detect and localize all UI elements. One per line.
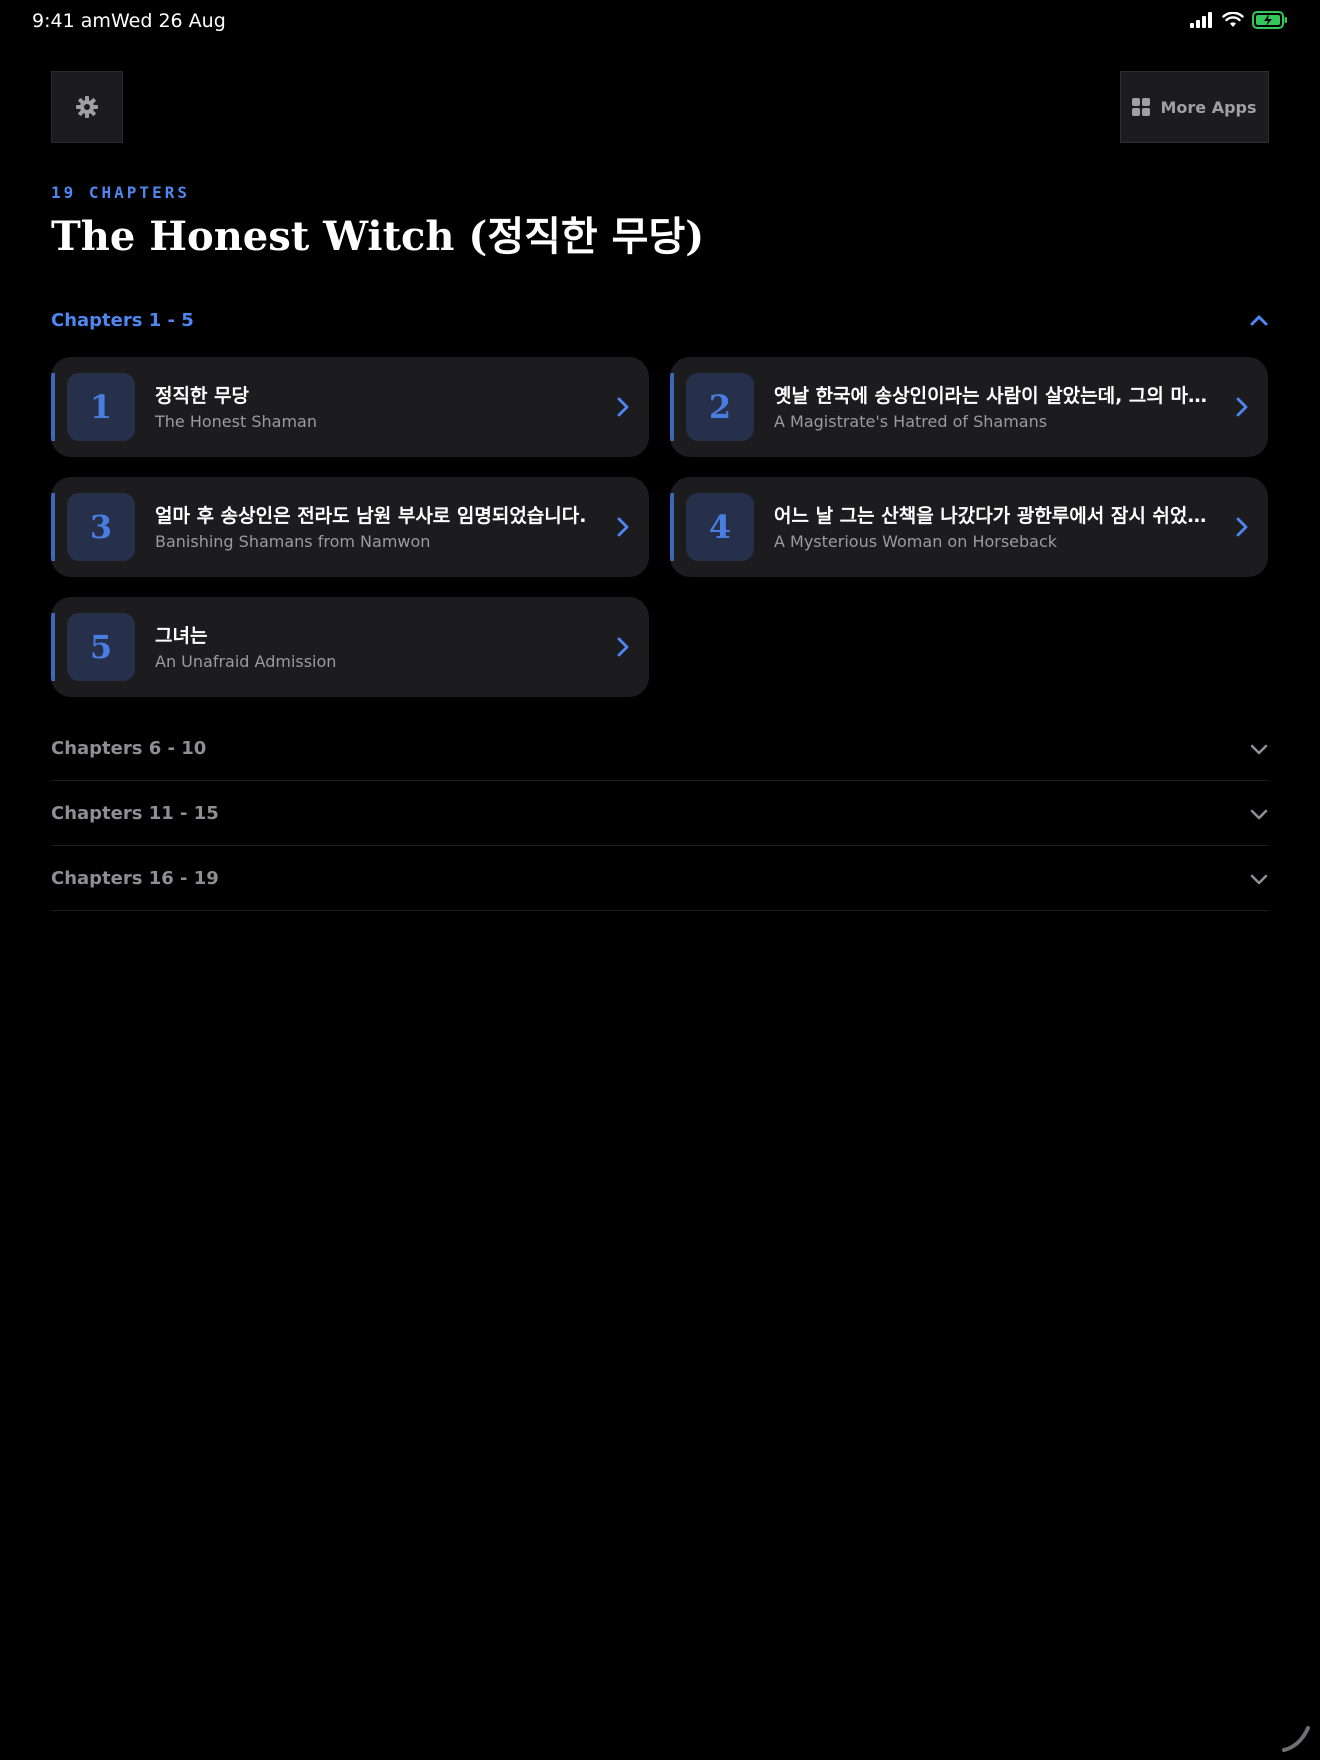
chapter-card[interactable]: 2 옛날 한국에 송상인이라는 사람이 살았는데, 그의 마… A Magist… — [670, 357, 1268, 457]
chapter-english-title: A Mysterious Woman on Horseback — [774, 532, 1058, 551]
chapter-english-title: A Magistrate's Hatred of Shamans — [774, 412, 1048, 431]
chapter-card[interactable]: 3 얼마 후 송상인은 전라도 남원 부사로 임명되었습니다. Banishin… — [51, 477, 649, 577]
chevron-down-icon — [1250, 874, 1268, 884]
chapter-english-title: Banishing Shamans from Namwon — [155, 532, 431, 551]
chapter-number: 5 — [67, 613, 135, 681]
chevron-down-icon — [1250, 809, 1268, 819]
chapter-card[interactable]: 4 어느 날 그는 산책을 나갔다가 광한루에서 잠시 쉬었습… A Myste… — [670, 477, 1268, 577]
chevron-right-icon — [1236, 397, 1248, 417]
chapter-english-title: The Honest Shaman — [155, 412, 317, 431]
chapter-number: 4 — [686, 493, 754, 561]
status-icons — [1190, 11, 1288, 29]
chapter-korean-title: 그녀는 — [155, 625, 208, 647]
chevron-right-icon — [617, 397, 629, 417]
chevron-up-icon — [1250, 315, 1268, 326]
section-label: Chapters 1 - 5 — [51, 309, 194, 331]
section-header-chapters-1-5[interactable]: Chapters 1 - 5 — [51, 305, 1269, 335]
settings-button[interactable] — [51, 71, 123, 143]
chapter-number: 3 — [67, 493, 135, 561]
page-title: The Honest Witch (정직한 무당) — [51, 213, 705, 260]
chevron-right-icon — [617, 637, 629, 657]
chapter-korean-title: 어느 날 그는 산책을 나갔다가 광한루에서 잠시 쉬었습… — [774, 505, 1214, 527]
card-accent — [670, 493, 674, 561]
status-time: 9:41 am — [32, 10, 111, 32]
section-label: Chapters 11 - 15 — [51, 803, 219, 824]
section-header-chapters-6-10[interactable]: Chapters 6 - 10 — [51, 717, 1269, 781]
section-header-chapters-16-19[interactable]: Chapters 16 - 19 — [51, 847, 1269, 911]
chapter-korean-title: 정직한 무당 — [155, 385, 250, 407]
chevron-down-icon — [1250, 744, 1268, 754]
chapter-count: 19 CHAPTERS — [51, 183, 190, 202]
cellular-signal-icon — [1190, 12, 1212, 28]
chapter-number: 1 — [67, 373, 135, 441]
gear-icon — [76, 96, 98, 118]
status-bar: 9:41 am Wed 26 Aug — [0, 0, 1320, 40]
scroll-corner-indicator — [1282, 1726, 1310, 1752]
chapter-english-title: An Unafraid Admission — [155, 652, 337, 671]
chapter-card[interactable]: 1 정직한 무당 The Honest Shaman — [51, 357, 649, 457]
more-apps-button[interactable]: More Apps — [1120, 71, 1269, 143]
chapter-korean-title: 얼마 후 송상인은 전라도 남원 부사로 임명되었습니다. — [155, 505, 587, 527]
more-apps-label: More Apps — [1160, 97, 1257, 117]
card-accent — [51, 373, 55, 441]
status-date: Wed 26 Aug — [111, 10, 226, 32]
grid-icon — [1132, 98, 1151, 116]
card-accent — [51, 613, 55, 681]
card-accent — [670, 373, 674, 441]
chapter-card[interactable]: 5 그녀는 An Unafraid Admission — [51, 597, 649, 697]
section-label: Chapters 6 - 10 — [51, 738, 207, 759]
chevron-right-icon — [617, 517, 629, 537]
chevron-right-icon — [1236, 517, 1248, 537]
section-label: Chapters 16 - 19 — [51, 868, 219, 889]
chapter-korean-title: 옛날 한국에 송상인이라는 사람이 살았는데, 그의 마… — [774, 385, 1207, 407]
wifi-icon — [1222, 12, 1244, 27]
chapter-number: 2 — [686, 373, 754, 441]
section-header-chapters-11-15[interactable]: Chapters 11 - 15 — [51, 782, 1269, 846]
battery-charging-icon — [1252, 11, 1287, 29]
card-accent — [51, 493, 55, 561]
